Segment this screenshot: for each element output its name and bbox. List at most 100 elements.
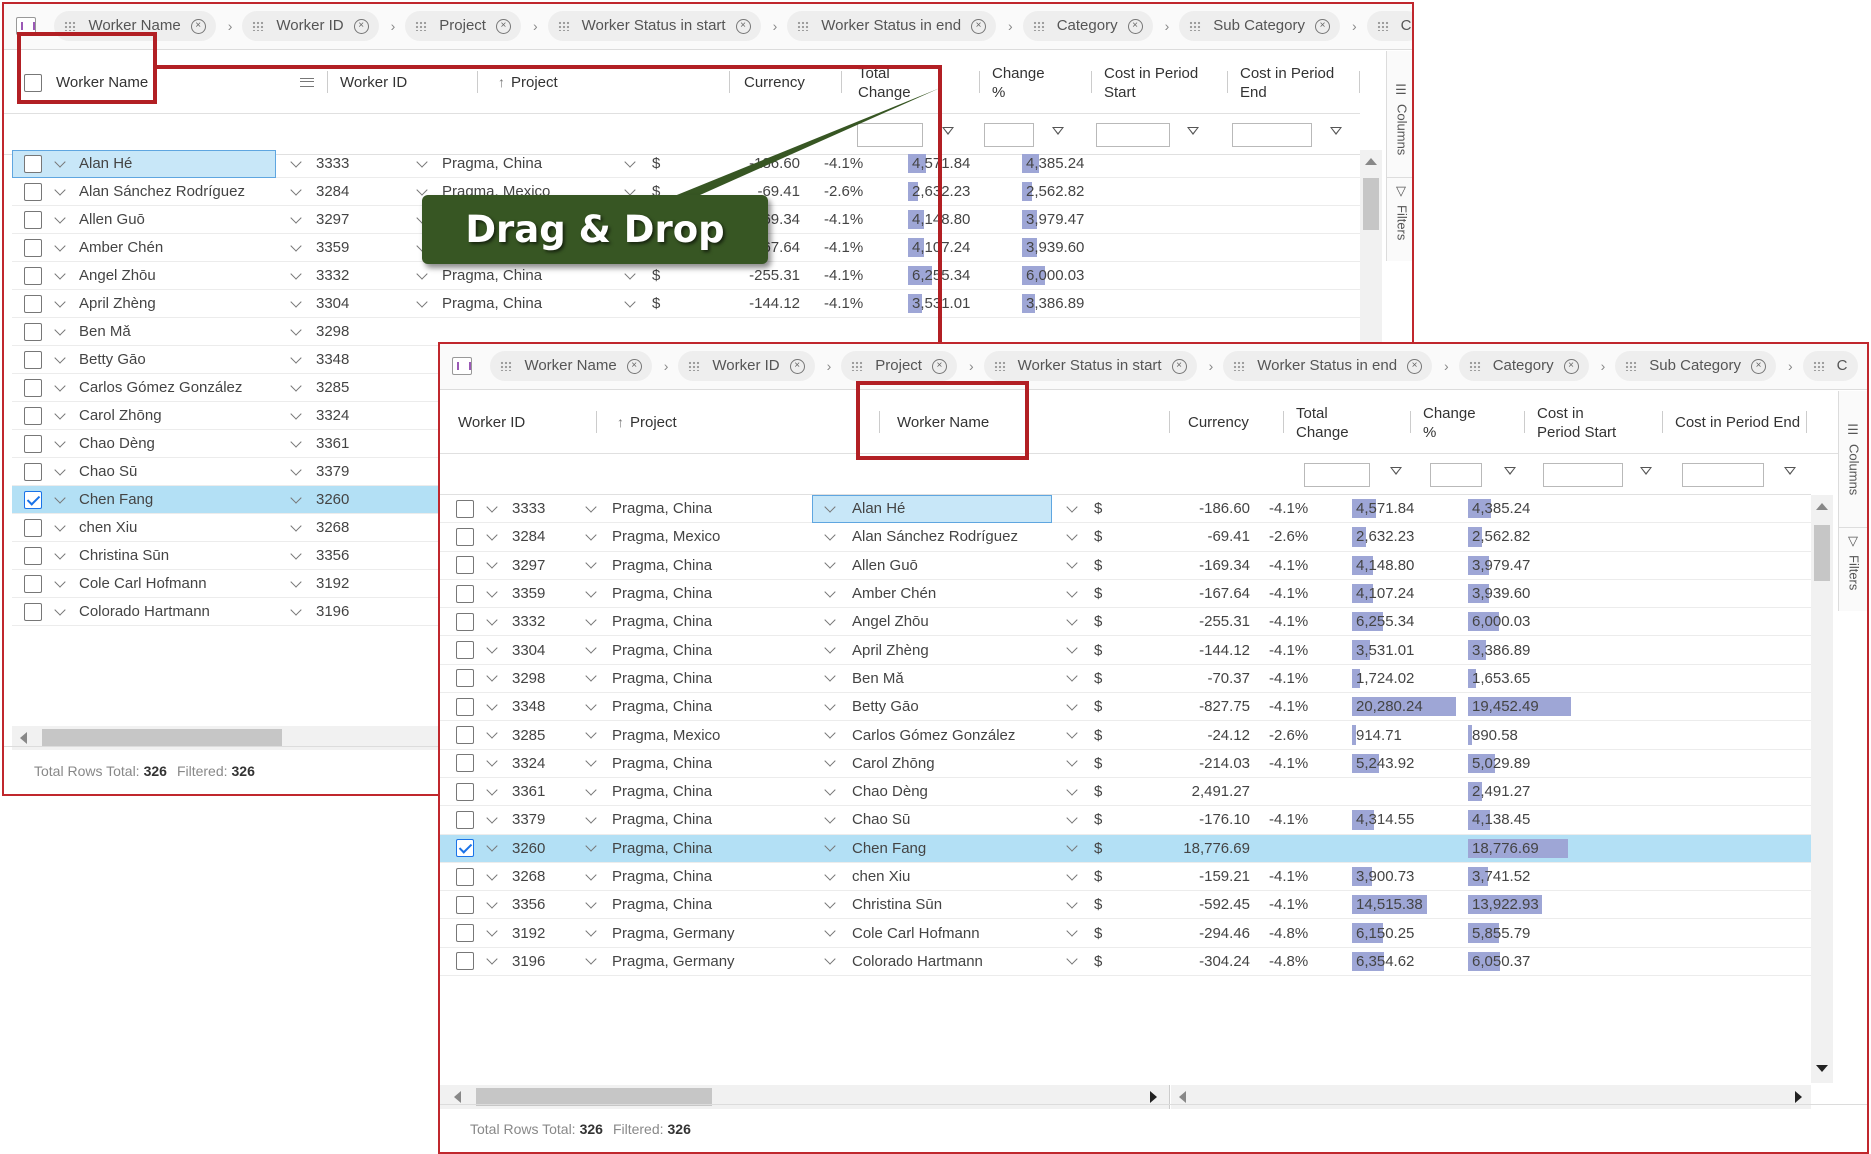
group-chip[interactable]: Worker Status in start × bbox=[983, 351, 1197, 381]
drag-handle-icon[interactable] bbox=[415, 21, 428, 32]
chevron-down-icon[interactable] bbox=[54, 267, 66, 280]
chevron-down-icon[interactable] bbox=[486, 699, 498, 711]
drag-handle-icon[interactable] bbox=[1189, 21, 1202, 32]
chevron-down-icon[interactable] bbox=[824, 755, 836, 767]
drag-handle-icon[interactable] bbox=[1233, 361, 1246, 372]
table-row[interactable]: 3356 Pragma, China Christina Sūn $ -592.45 -4… bbox=[440, 891, 1811, 920]
chevron-down-icon[interactable] bbox=[416, 267, 428, 280]
remove-chip-icon[interactable]: × bbox=[353, 18, 369, 34]
vertical-scrollbar[interactable] bbox=[1811, 495, 1833, 1083]
chevron-down-icon[interactable] bbox=[585, 557, 597, 569]
chevron-down-icon[interactable] bbox=[585, 897, 597, 909]
remove-chip-icon[interactable]: × bbox=[1751, 358, 1766, 374]
row-checkbox[interactable] bbox=[456, 527, 474, 546]
group-chip[interactable]: C bbox=[1802, 351, 1858, 381]
remove-chip-icon[interactable]: × bbox=[735, 18, 751, 34]
row-checkbox[interactable] bbox=[24, 182, 42, 201]
chevron-down-icon[interactable] bbox=[54, 603, 66, 616]
row-checkbox[interactable] bbox=[24, 238, 42, 257]
chevron-down-icon[interactable] bbox=[824, 868, 836, 881]
drag-handle-icon[interactable] bbox=[851, 361, 864, 372]
header-cost-end[interactable]: Cost in Period End bbox=[1228, 51, 1360, 114]
chevron-down-icon[interactable] bbox=[54, 463, 66, 476]
remove-chip-icon[interactable]: × bbox=[1127, 18, 1143, 34]
group-chip[interactable]: C bbox=[1366, 11, 1412, 41]
table-row[interactable]: 3332 Pragma, China Angel Zhōu $ -255.31 -4.1%… bbox=[440, 608, 1811, 637]
drag-handle-icon[interactable] bbox=[797, 21, 810, 32]
chevron-down-icon[interactable] bbox=[824, 642, 836, 654]
chevron-down-icon[interactable] bbox=[486, 642, 498, 654]
row-checkbox[interactable] bbox=[456, 839, 474, 858]
table-row[interactable]: 3297 Pragma, China Allen Guō $ -169.34 -4.1% 4… bbox=[440, 552, 1811, 580]
chevron-down-icon[interactable] bbox=[54, 547, 66, 560]
chevron-down-icon[interactable] bbox=[290, 491, 302, 504]
row-checkbox[interactable] bbox=[24, 294, 42, 313]
chevron-down-icon[interactable] bbox=[290, 351, 302, 364]
filter-icon[interactable] bbox=[1784, 467, 1797, 480]
group-chip[interactable]: Worker Name × bbox=[490, 351, 652, 381]
scroll-up-icon[interactable] bbox=[1816, 503, 1828, 510]
chevron-down-icon[interactable] bbox=[585, 783, 597, 796]
remove-chip-icon[interactable]: × bbox=[1171, 358, 1187, 374]
chevron-down-icon[interactable] bbox=[290, 435, 302, 448]
chevron-down-icon[interactable] bbox=[585, 925, 597, 937]
row-checkbox[interactable] bbox=[24, 322, 42, 341]
header-project[interactable]: ↑ Project bbox=[478, 51, 730, 114]
table-row[interactable]: 3359 Pragma, China Amber Chén $ -167.64 -4.1%… bbox=[440, 580, 1811, 609]
table-row[interactable]: 3260 Pragma, China Chen Fang $18,776.69 18,7… bbox=[440, 834, 1811, 863]
tab-columns[interactable]: ☰ Columns bbox=[1387, 77, 1412, 187]
chevron-down-icon[interactable] bbox=[290, 407, 302, 420]
filter-input-total-change[interactable] bbox=[857, 123, 923, 147]
chevron-down-icon[interactable] bbox=[290, 379, 302, 392]
group-chip[interactable]: Sub Category × bbox=[1179, 11, 1340, 41]
header-change-pct[interactable]: Change % bbox=[1411, 391, 1525, 454]
row-checkbox[interactable] bbox=[456, 754, 474, 773]
remove-chip-icon[interactable]: × bbox=[190, 18, 206, 34]
chevron-down-icon[interactable] bbox=[585, 670, 597, 683]
table-row[interactable]: 3304 Pragma, China April Zhèng $ -144.12 -4.1… bbox=[440, 636, 1811, 665]
chevron-down-icon[interactable] bbox=[290, 267, 302, 280]
group-chip[interactable]: Worker Status in end × bbox=[1223, 351, 1433, 381]
scroll-thumb[interactable] bbox=[42, 729, 282, 747]
tab-filters[interactable]: ▽ Filters bbox=[1387, 177, 1412, 267]
table-row[interactable]: 3324 Pragma, China Carol Zhōng $ -214.03 -4.1… bbox=[440, 750, 1811, 778]
chevron-down-icon[interactable] bbox=[585, 812, 597, 824]
filter-input-cost-end[interactable] bbox=[1232, 123, 1312, 147]
row-checkbox[interactable] bbox=[24, 574, 42, 593]
filter-input-cost-start[interactable] bbox=[1543, 463, 1623, 487]
group-chip[interactable]: Worker Status in start × bbox=[547, 11, 761, 41]
chevron-down-icon[interactable] bbox=[585, 500, 597, 513]
group-chip[interactable]: Worker ID × bbox=[242, 11, 379, 41]
chevron-down-icon[interactable] bbox=[585, 642, 597, 654]
chevron-down-icon[interactable] bbox=[585, 529, 597, 541]
chevron-down-icon[interactable] bbox=[824, 897, 836, 909]
chevron-down-icon[interactable] bbox=[824, 670, 836, 683]
scroll-right-icon[interactable] bbox=[1150, 1091, 1157, 1103]
chevron-down-icon[interactable] bbox=[290, 519, 302, 532]
chevron-down-icon[interactable] bbox=[290, 239, 302, 252]
chevron-down-icon[interactable] bbox=[54, 519, 66, 532]
filter-input-cost-start[interactable] bbox=[1096, 123, 1170, 147]
chevron-down-icon[interactable] bbox=[585, 953, 597, 966]
filter-input-change-pct[interactable] bbox=[1430, 463, 1482, 487]
drag-handle-icon[interactable] bbox=[500, 361, 513, 372]
header-cost-start[interactable]: Cost in Period Start bbox=[1525, 391, 1663, 454]
filter-icon[interactable] bbox=[1187, 127, 1200, 140]
table-row[interactable]: Alan Hé 3333 Pragma, China $ -186.60 -4.1% 4,5… bbox=[12, 150, 1360, 178]
chevron-down-icon[interactable] bbox=[486, 529, 498, 541]
chevron-down-icon[interactable] bbox=[54, 407, 66, 420]
chevron-down-icon[interactable] bbox=[824, 557, 836, 569]
chevron-down-icon[interactable] bbox=[290, 211, 302, 224]
row-checkbox[interactable] bbox=[24, 154, 42, 173]
row-checkbox[interactable] bbox=[24, 602, 42, 621]
remove-chip-icon[interactable]: × bbox=[971, 18, 987, 34]
scroll-down-icon[interactable] bbox=[1816, 1065, 1828, 1072]
table-row[interactable]: Angel Zhōu 3332 Pragma, China $ -255.31 -4.1%… bbox=[12, 262, 1360, 290]
header-project[interactable]: ↑ Project bbox=[597, 391, 880, 454]
vertical-scrollbar[interactable] bbox=[1360, 150, 1382, 350]
header-total-change[interactable]: Total Change bbox=[1284, 391, 1411, 454]
chevron-down-icon[interactable] bbox=[54, 491, 66, 504]
table-row[interactable]: April Zhèng 3304 Pragma, China $ -144.12 -4.1… bbox=[12, 290, 1360, 318]
table-row[interactable]: 3192 Pragma, Germany Cole Carl Hofmann $ -29… bbox=[440, 919, 1811, 948]
row-checkbox[interactable] bbox=[24, 266, 42, 285]
